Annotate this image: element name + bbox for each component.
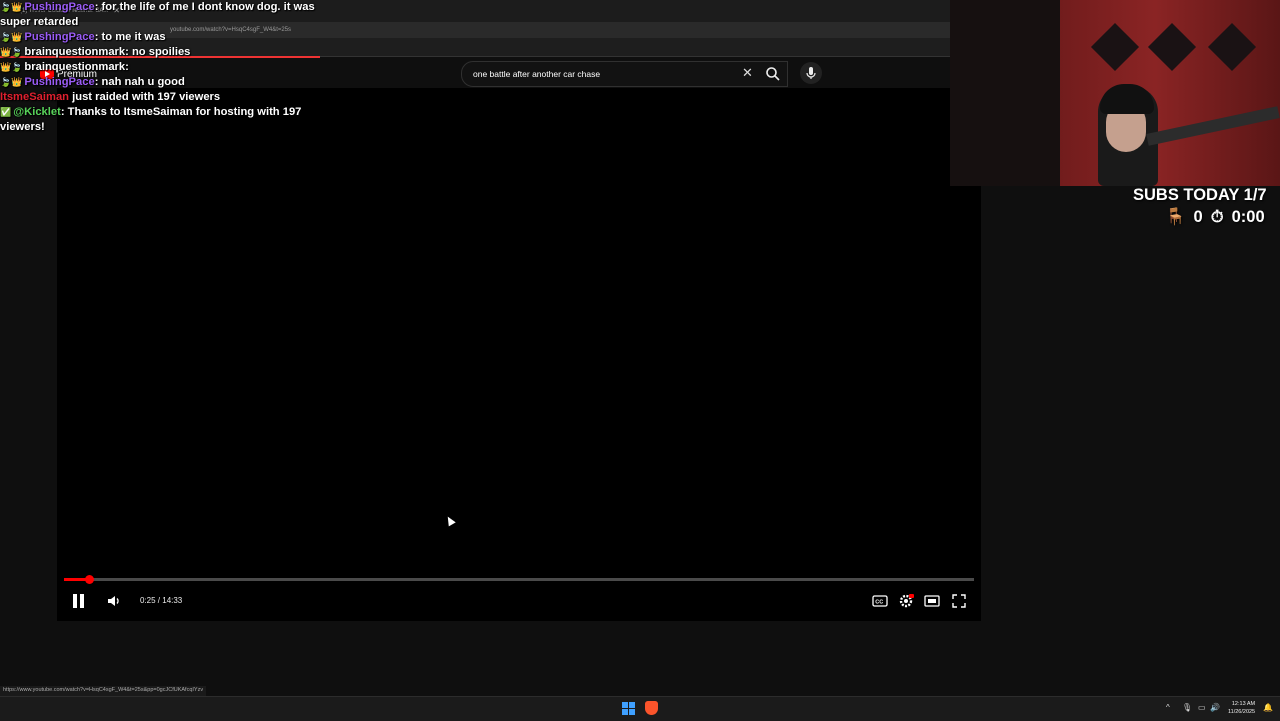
notification-bell-icon[interactable]: 🔔 <box>1263 703 1273 712</box>
webcam-feed <box>950 0 1280 186</box>
chat-bot-message: ✅ @Kicklet: Thanks to ItsmeSaiman for hos… <box>0 105 320 135</box>
brave-browser-icon[interactable] <box>645 701 658 715</box>
tray-mic-icon[interactable]: 🎙 <box>1182 703 1192 712</box>
chat-username: ItsmeSaiman <box>0 91 70 103</box>
tray-chevron-icon[interactable]: ^ <box>1166 703 1170 712</box>
chat-username: PushingPace <box>24 1 95 13</box>
theater-mode-icon[interactable] <box>923 592 941 610</box>
clock-time: 12:13 AM <box>1231 701 1256 707</box>
chat-text: : nah nah u good <box>94 76 185 88</box>
chat-badges: ✅ <box>0 107 12 117</box>
speaker-icon[interactable]: 🔊 <box>1210 703 1220 712</box>
subs-today-label: SUBS TODAY 1/7 <box>1133 186 1267 204</box>
webcam-curtain <box>950 0 1060 186</box>
chat-badges: 🍃👑 <box>0 2 23 12</box>
video-player[interactable] <box>57 88 981 621</box>
chat-message: 🍃👑 PushingPace: to me it was <box>0 30 320 45</box>
chat-username: brainquestionmark <box>24 61 126 73</box>
search-box: ✕ <box>461 61 788 87</box>
microphone-icon <box>806 67 816 79</box>
chat-message: 👑🍃 brainquestionmark: <box>0 60 320 75</box>
chat-message: 👑🍃 brainquestionmark: no spoilies <box>0 45 320 60</box>
chat-text: : to me it was <box>94 31 166 43</box>
chat-badges: 👑🍃 <box>0 62 23 72</box>
fullscreen-icon[interactable] <box>950 592 968 610</box>
chat-text: : <box>125 61 129 73</box>
chat-badges: 👑🍃 <box>0 47 23 57</box>
chat-raid-message: ItsmeSaiman just raided with 197 viewers <box>0 90 320 105</box>
chat-username: @Kicklet <box>13 106 61 118</box>
taskbar: ^ 🎙 ▭ 🔊 12:13 AM 11/26/2025 🔔 <box>0 696 1280 721</box>
windows-start-icon[interactable] <box>622 702 635 715</box>
network-icon[interactable]: ▭ <box>1198 703 1206 712</box>
clock-date: 11/26/2025 <box>1228 709 1256 715</box>
clear-search-icon[interactable]: ✕ <box>742 65 753 81</box>
chat-badges: 🍃👑 <box>0 77 23 87</box>
chat-text: : no spoilies <box>125 46 191 58</box>
captions-icon[interactable]: CC <box>871 592 889 610</box>
chat-message: 🍃👑 PushingPace: nah nah u good <box>0 75 320 90</box>
search-input[interactable] <box>471 66 735 82</box>
chat-message: 🍃👑 PushingPace: for the life of me I dont… <box>0 0 320 30</box>
chair-icon: 🪑 <box>1165 208 1186 226</box>
chat-username: brainquestionmark <box>24 46 126 58</box>
svg-text:CC: CC <box>875 600 883 606</box>
video-progress-bar[interactable] <box>64 575 974 584</box>
voice-search-button[interactable] <box>800 62 822 84</box>
chat-username: PushingPace <box>24 31 95 43</box>
counter-value: 0 <box>1193 208 1203 226</box>
volume-icon[interactable] <box>106 593 122 609</box>
timer-value: 0:00 <box>1231 208 1265 226</box>
chat-username: PushingPace <box>24 76 95 88</box>
stream-chat: 🍃👑 PushingPace: for the life of me I dont… <box>0 0 320 135</box>
system-clock[interactable]: 12:13 AM 11/26/2025 <box>1228 700 1255 716</box>
chat-text: just raided with 197 viewers <box>69 91 221 103</box>
pause-button[interactable] <box>72 594 86 608</box>
settings-gear-icon[interactable] <box>897 592 915 610</box>
time-display: 0:25 / 14:33 <box>140 596 183 605</box>
search-icon[interactable] <box>765 66 781 82</box>
stopwatch-icon: ⏱ <box>1210 208 1224 226</box>
overlay-counters: 🪑 0 ⏱ 0:00 <box>1165 208 1265 227</box>
chat-badges: 🍃👑 <box>0 32 23 42</box>
